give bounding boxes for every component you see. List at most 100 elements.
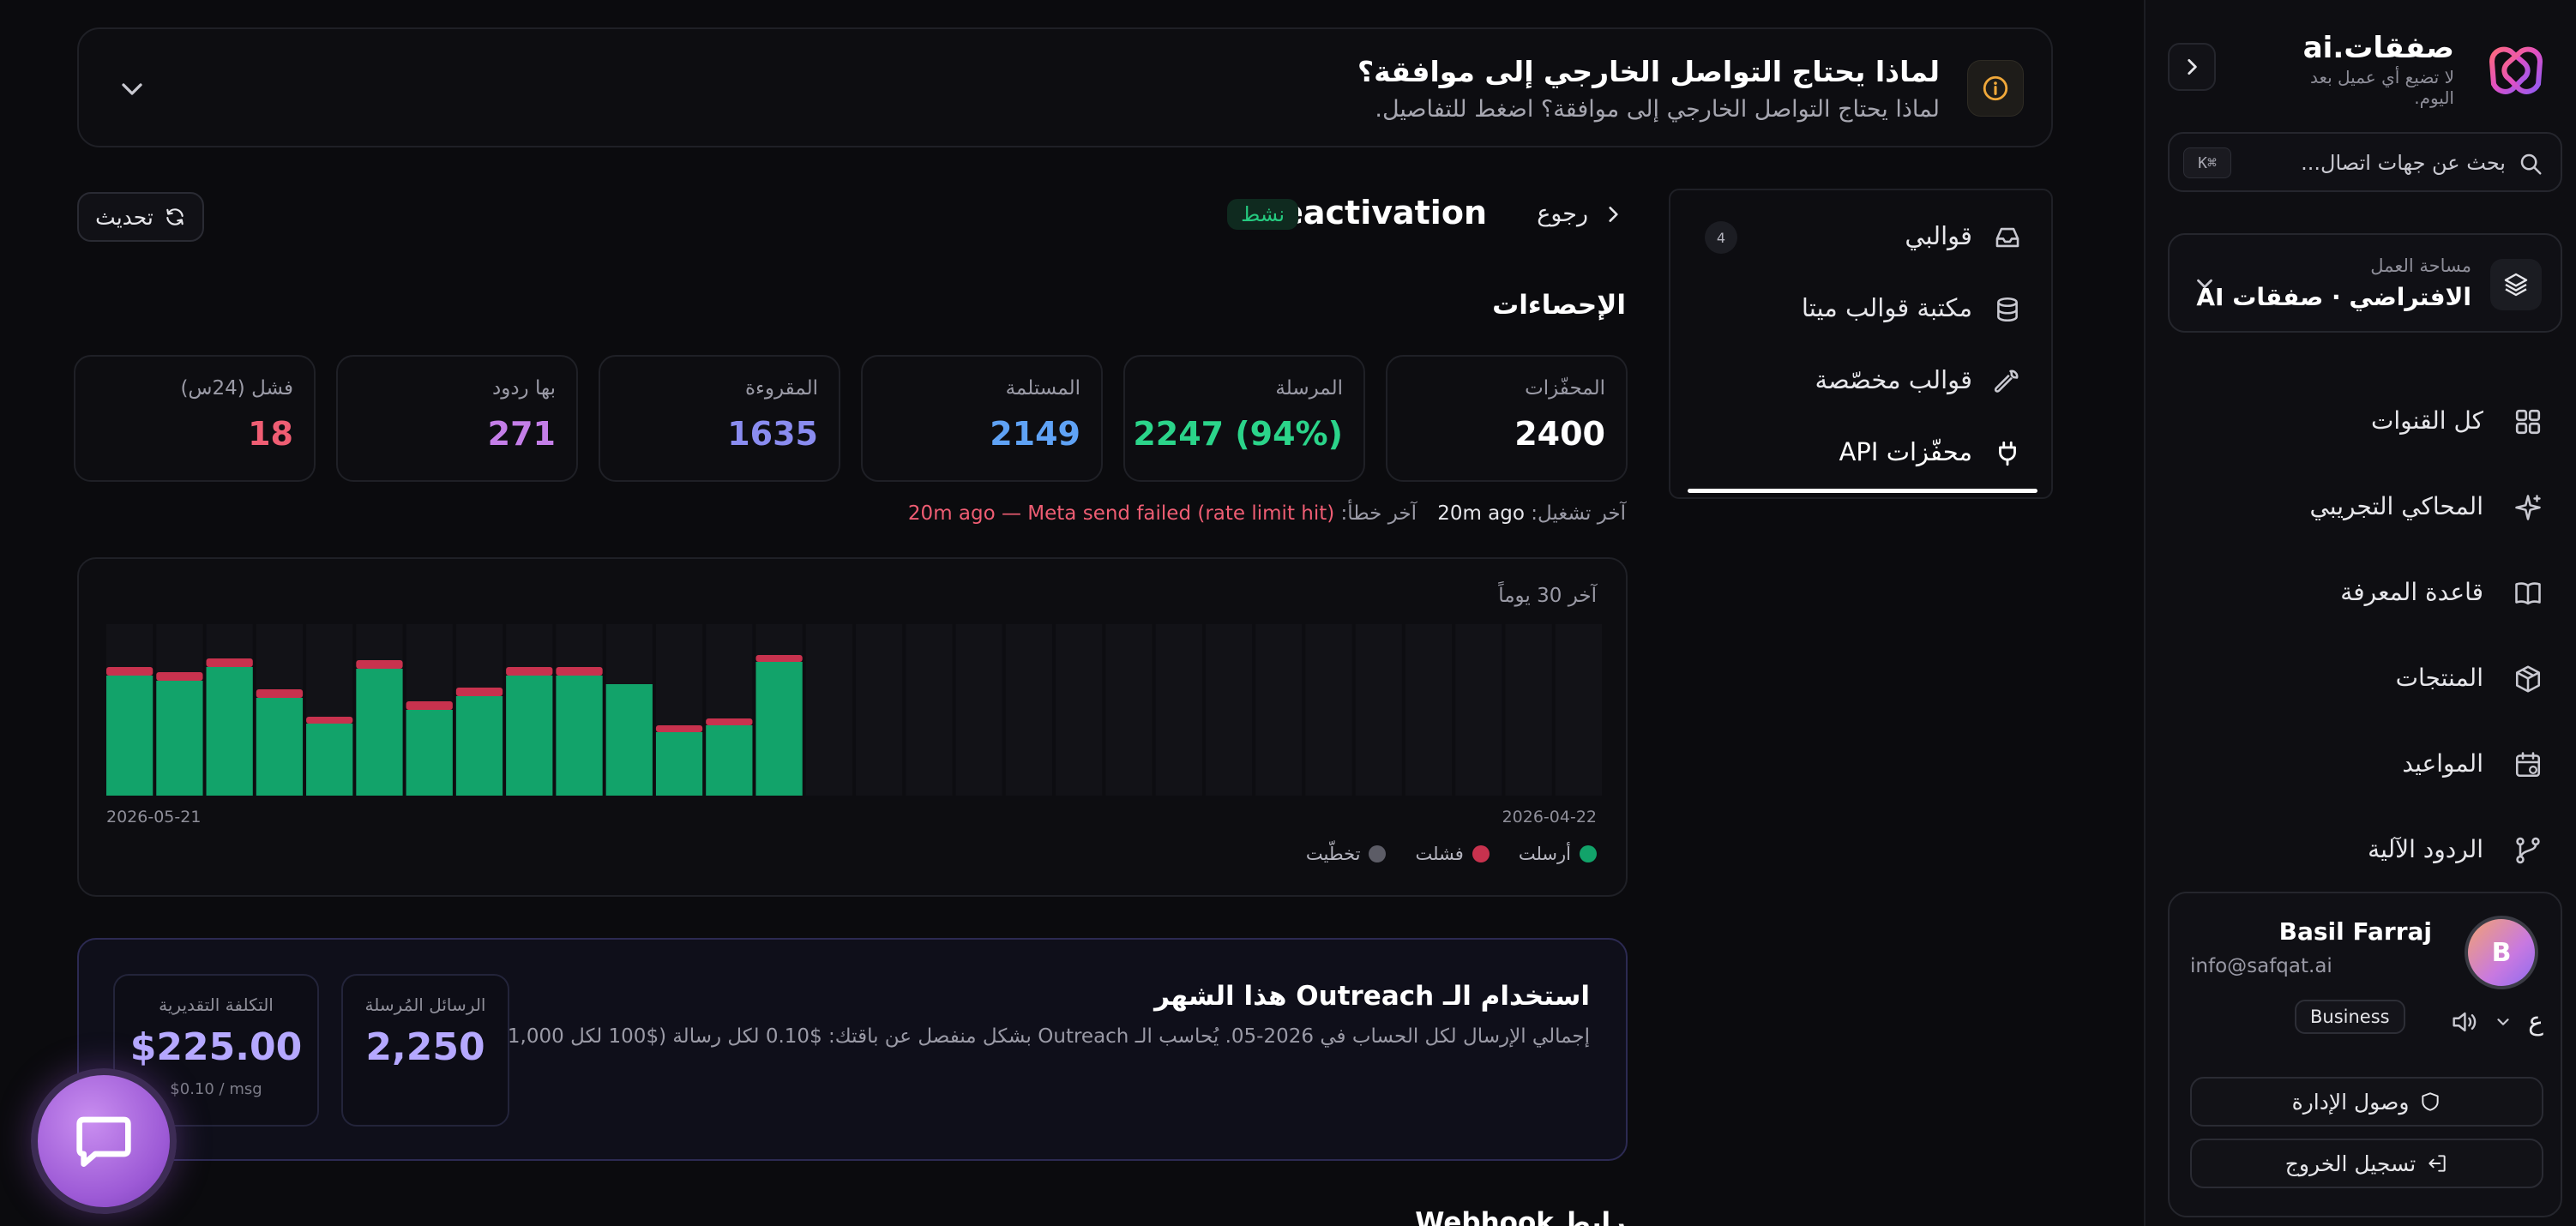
nav-item-knowledge-base[interactable]: قاعدة المعرفة	[2146, 562, 2576, 622]
chat-support-button[interactable]	[31, 1068, 177, 1214]
contact-search-input[interactable]: بحث عن جهات اتصال... ⌘K	[2168, 132, 2562, 192]
speaker-icon[interactable]	[2449, 1007, 2478, 1037]
tab-label: مكتبة قوالب ميتا	[1801, 293, 1972, 322]
stat-card-failed-24h: فشل (24س) 18	[74, 355, 316, 482]
messages-sent-value: 2,250	[365, 1025, 485, 1069]
stat-label: بها ردود	[491, 377, 556, 400]
collapse-sidebar-button[interactable]	[2168, 43, 2216, 91]
chart-bar-failed[interactable]	[356, 660, 403, 669]
chart-bar-track	[1355, 624, 1402, 796]
user-card: B Basil Farraj info@safqat.ai Business ع…	[2168, 892, 2562, 1217]
nav-item-auto-replies[interactable]: الردود الآلية	[2146, 820, 2576, 880]
avatar[interactable]: B	[2465, 916, 2538, 989]
last-run-label: آخر تشغيل:	[1531, 502, 1626, 525]
search-placeholder: بحث عن جهات اتصال...	[2301, 151, 2506, 175]
stat-label: فشل (24س)	[180, 377, 293, 400]
workspace-selector[interactable]: مساحة العمل الافتراضي · صفقات AI	[2168, 233, 2562, 333]
stat-value: 2247 (94%)	[1133, 415, 1343, 453]
chart-bar-sent[interactable]	[356, 669, 403, 796]
x-axis-end-label: 2026-05-21	[106, 808, 202, 826]
chart-bar-failed[interactable]	[755, 655, 803, 662]
tab-custom-templates[interactable]: قوالب مخصّصة	[1670, 346, 2055, 417]
chart-bar-track	[805, 624, 852, 796]
admin-access-button[interactable]: وصول الإدارة	[2190, 1077, 2543, 1127]
chart-bar-sent[interactable]	[306, 724, 353, 796]
shield-icon	[2422, 1092, 2440, 1111]
plan-badge: Business	[2295, 1000, 2405, 1034]
chart-bar-failed[interactable]	[706, 718, 753, 725]
chart-bar-sent[interactable]	[455, 696, 503, 796]
chart-bar-sent[interactable]	[206, 667, 253, 796]
last-error-info: آخر خطأ: 20m ago — Meta send failed (rat…	[908, 502, 1417, 525]
chart-bar-sent[interactable]	[755, 662, 803, 796]
stat-value: 1635	[727, 415, 818, 453]
chart-bar-track	[1255, 624, 1303, 796]
tab-label: محفّزات API	[1839, 437, 1972, 466]
chart-bar-track	[1455, 624, 1502, 796]
chart-bar-failed[interactable]	[156, 672, 203, 681]
template-count-badge: 4	[1705, 221, 1737, 254]
chart-bar-failed[interactable]	[206, 658, 253, 667]
stat-label: المحفّزات	[1525, 377, 1605, 400]
refresh-button[interactable]: تحديث	[77, 192, 204, 242]
stat-value: 18	[248, 415, 293, 453]
git-branch-icon	[2516, 837, 2540, 864]
user-controls: ع	[2449, 1007, 2543, 1037]
back-button[interactable]: رجوع	[1537, 201, 1624, 227]
stat-value: 2400	[1514, 415, 1605, 453]
chart-bar-failed[interactable]	[106, 667, 153, 676]
tab-meta-library[interactable]: مكتبة قوالب ميتا	[1670, 274, 2055, 345]
chart-bar-track	[1005, 624, 1053, 796]
chevron-right-icon	[2188, 59, 2197, 75]
status-badge: نشط	[1227, 199, 1298, 230]
chart-bar-sent[interactable]	[106, 676, 153, 796]
estimated-cost-value: $225.00	[129, 1025, 303, 1069]
chart-bar-failed[interactable]	[455, 688, 503, 696]
user-email: info@safqat.ai	[2190, 955, 2332, 977]
nav-item-all-channels[interactable]: كل القنوات	[2146, 391, 2576, 451]
chart-bar-sent[interactable]	[406, 710, 453, 796]
handshake-logo-icon	[2489, 46, 2543, 94]
approval-info-banner[interactable]: لماذا يحتاج التواصل الخارجي إلى موافقة؟ …	[77, 27, 2053, 147]
chart-bar-track	[1405, 624, 1453, 796]
chart-bar-sent[interactable]	[706, 725, 753, 796]
chart-title: آخر 30 يوماً	[1498, 585, 1597, 607]
tab-api-triggers[interactable]: محفّزات API	[1670, 418, 2055, 489]
chevron-down-icon[interactable]	[115, 72, 149, 106]
chart-bar-failed[interactable]	[655, 725, 703, 732]
chart-bar-sent[interactable]	[655, 732, 703, 796]
last-run-info: آخر تشغيل: 20m ago	[1437, 502, 1626, 525]
chevron-down-icon[interactable]	[2494, 1013, 2513, 1031]
chart-bar-failed[interactable]	[556, 667, 603, 676]
chart-bar-failed[interactable]	[506, 667, 553, 676]
nav-item-products[interactable]: المنتجات	[2146, 648, 2576, 708]
chart-bar-sent[interactable]	[605, 684, 653, 796]
chart-legend: أرسلت فشلت تخطّيت	[1306, 844, 1597, 864]
nav-item-simulator[interactable]: المحاكي التجريبي	[2146, 477, 2576, 537]
chart-bar-failed[interactable]	[256, 689, 304, 698]
tab-my-templates[interactable]: قوالبي 4	[1670, 202, 2055, 273]
nav-label: الردود الآلية	[2368, 835, 2483, 863]
plug-icon	[1999, 441, 2016, 466]
legend-dot	[1580, 845, 1597, 862]
nav-item-appointments[interactable]: المواعيد	[2146, 734, 2576, 794]
legend-label: تخطّيت	[1305, 844, 1361, 864]
stat-value: 2149	[990, 415, 1080, 453]
last-error-label: آخر خطأ:	[1340, 502, 1417, 525]
logout-button[interactable]: تسجيل الخروج	[2190, 1139, 2543, 1188]
chart-bar-failed[interactable]	[306, 717, 353, 724]
wrench-icon	[1994, 370, 2019, 393]
chart-bar-sent[interactable]	[556, 676, 603, 796]
language-toggle[interactable]: ع	[2528, 1007, 2543, 1037]
chart-bar-failed[interactable]	[406, 701, 453, 710]
stat-card-replied: بها ردود 271	[336, 355, 578, 482]
brand-name: صفقات.ai	[2302, 31, 2454, 65]
chart-bar-sent[interactable]	[256, 698, 304, 796]
chart-bar-sent[interactable]	[156, 681, 203, 796]
chart-bar-track	[1505, 624, 1552, 796]
chart-bar-sent[interactable]	[506, 676, 553, 796]
tab-label: قوالب مخصّصة	[1815, 365, 1972, 394]
inbox-icon	[1995, 227, 2019, 248]
chart-bar-track	[1205, 624, 1253, 796]
nav-label: قاعدة المعرفة	[2340, 578, 2483, 606]
